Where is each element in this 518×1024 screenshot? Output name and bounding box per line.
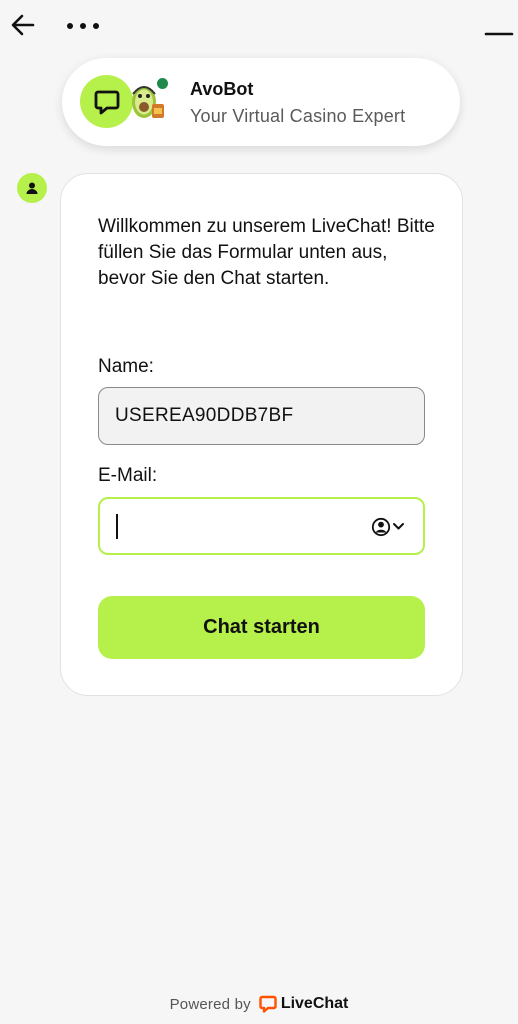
autofill-button[interactable] [370, 516, 410, 538]
back-button[interactable] [8, 10, 38, 40]
prechat-form-card: Willkommen zu unserem LiveChat! Bitte fü… [60, 173, 463, 696]
bot-avatar [17, 173, 47, 203]
online-status-indicator [155, 76, 170, 91]
more-horizontal-icon [67, 23, 99, 29]
powered-by-text: Powered by [169, 995, 251, 1013]
footer: Powered by LiveChat [0, 993, 518, 1015]
start-chat-button[interactable]: Chat starten [98, 596, 425, 659]
chat-header [0, 0, 518, 52]
name-label: Name: [98, 356, 154, 377]
chat-bubble-icon [94, 90, 119, 114]
livechat-logo-icon [259, 995, 277, 1013]
contact-autofill-icon [371, 517, 404, 537]
livechat-logo-badge [80, 75, 133, 128]
agent-subtitle: Your Virtual Casino Expert [190, 106, 406, 126]
minimize-icon [484, 32, 514, 36]
email-input[interactable] [98, 497, 425, 555]
email-label: E-Mail: [98, 465, 158, 486]
arrow-left-icon [11, 14, 35, 36]
livechat-brand-text: LiveChat [280, 995, 349, 1012]
livechat-brand-link[interactable]: LiveChat [259, 995, 349, 1013]
user-icon [26, 182, 38, 194]
more-options-button[interactable] [64, 14, 104, 38]
name-input[interactable]: USEREA90DDB7BF [98, 387, 425, 445]
text-cursor [116, 514, 118, 539]
agent-info-card: AvoBot Your Virtual Casino Expert [62, 58, 460, 146]
welcome-message: Willkommen zu unserem LiveChat! Bitte fü… [98, 216, 435, 289]
agent-name: AvoBot [190, 79, 254, 99]
minimize-button[interactable] [484, 20, 514, 48]
